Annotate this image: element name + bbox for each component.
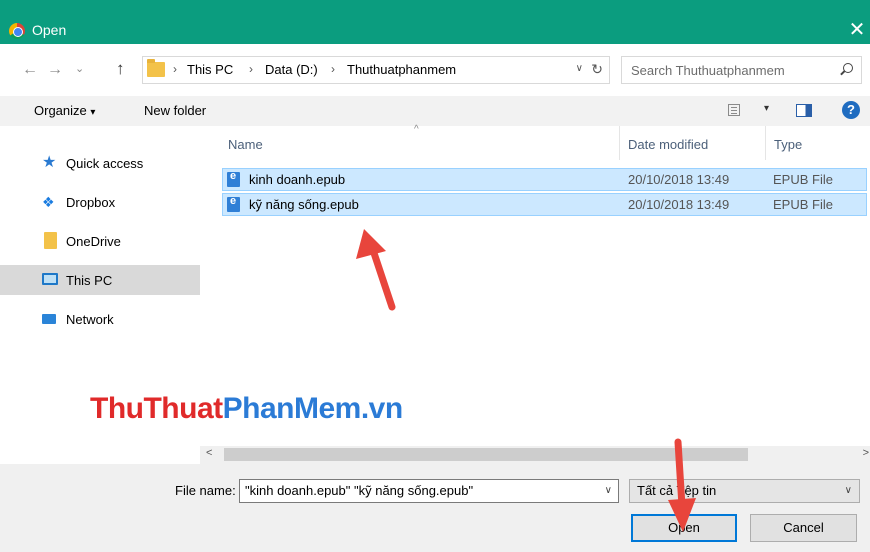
file-name-value: "kinh doanh.epub" "kỹ năng sống.epub" <box>245 483 474 498</box>
sidebar-item-label: This PC <box>66 273 113 288</box>
sort-ascending-icon: ^ <box>414 124 419 135</box>
chrome-icon <box>9 23 25 39</box>
file-row[interactable]: kinh doanh.epub 20/10/2018 13:49 EPUB Fi… <box>222 168 867 191</box>
refresh-icon[interactable]: ↻ <box>591 61 603 78</box>
view-options-icon[interactable] <box>728 104 740 116</box>
watermark-part: PhanMem <box>222 392 362 425</box>
scroll-left-icon[interactable]: < <box>206 447 212 459</box>
annotation-arrow <box>668 438 696 532</box>
sidebar-item-label: OneDrive <box>66 234 121 249</box>
navigation-bar: ← → ⌄ ↑ › This PC › Data (D:) › Thuthuat… <box>0 44 870 96</box>
dialog-footer: File name: "kinh doanh.epub" "kỹ năng số… <box>0 464 870 552</box>
breadcrumb-separator: › <box>331 62 335 76</box>
window-title: Open <box>32 22 67 38</box>
file-row[interactable]: kỹ năng sống.epub 20/10/2018 13:49 EPUB … <box>222 193 867 216</box>
sidebar-item-quick-access[interactable]: ★ Quick access <box>0 148 200 178</box>
organize-button[interactable]: Organize ▾ <box>34 103 95 118</box>
watermark-part: .vn <box>360 392 403 425</box>
epub-file-icon <box>227 195 240 212</box>
up-arrow-icon[interactable]: ↑ <box>116 59 125 79</box>
file-date: 20/10/2018 13:49 <box>628 197 730 212</box>
watermark: ThuThuatPhanMem.vn <box>90 392 403 426</box>
breadcrumb-separator: › <box>173 62 177 76</box>
forward-arrow-icon[interactable]: → <box>47 61 63 79</box>
recent-locations-icon[interactable]: ⌄ <box>75 62 84 75</box>
close-button[interactable]: ✕ <box>844 18 870 42</box>
sidebar-item-dropbox[interactable]: ❖ Dropbox <box>0 187 200 217</box>
command-toolbar: Organize ▾ New folder ▾ ? <box>0 96 870 126</box>
sidebar-item-this-pc[interactable]: This PC <box>0 265 200 295</box>
column-header-type[interactable]: Type <box>774 137 802 152</box>
sidebar-item-onedrive[interactable]: OneDrive <box>0 226 200 256</box>
scroll-right-icon[interactable]: > <box>863 447 869 459</box>
chevron-down-icon[interactable]: ∨ <box>576 63 583 74</box>
chevron-down-icon: ∨ <box>844 485 852 496</box>
star-icon: ★ <box>42 154 57 171</box>
folder-icon <box>147 59 165 77</box>
onedrive-icon <box>44 232 57 249</box>
breadcrumb-current-folder[interactable]: Thuthuatphanmem <box>347 62 456 77</box>
dropbox-icon: ❖ <box>42 194 55 210</box>
sidebar-item-network[interactable]: Network <box>0 304 200 334</box>
computer-icon <box>42 273 58 285</box>
breadcrumb-data-drive[interactable]: Data (D:) <box>265 62 318 77</box>
search-placeholder: Search Thuthuatphanmem <box>631 63 785 78</box>
network-icon <box>42 314 56 324</box>
watermark-part: ThuThuat <box>90 392 223 425</box>
file-type: EPUB File <box>773 197 833 212</box>
file-name: kinh doanh.epub <box>249 172 346 187</box>
caret-down-icon: ▾ <box>90 107 96 118</box>
file-date: 20/10/2018 13:49 <box>628 172 730 187</box>
cancel-button[interactable]: Cancel <box>750 514 857 542</box>
file-name-label: File name: <box>175 483 236 498</box>
sidebar-item-label: Quick access <box>66 156 144 171</box>
horizontal-scrollbar[interactable]: < > <box>200 446 870 464</box>
file-type: EPUB File <box>773 172 833 187</box>
organize-label: Organize <box>34 103 87 118</box>
breadcrumb-this-pc[interactable]: This PC <box>187 62 233 77</box>
chevron-down-icon[interactable]: ∨ <box>605 485 612 496</box>
title-bar: Open ✕ <box>0 0 870 44</box>
epub-file-icon <box>227 170 240 187</box>
address-bar[interactable]: › This PC › Data (D:) › Thuthuatphanmem … <box>142 56 610 84</box>
file-name: kỹ năng sống.epub <box>249 197 359 212</box>
sidebar-item-label: Dropbox <box>66 195 116 210</box>
breadcrumb-separator: › <box>249 62 253 76</box>
column-header-name[interactable]: Name <box>228 137 263 152</box>
column-divider[interactable] <box>765 126 766 160</box>
back-arrow-icon[interactable]: ← <box>22 61 38 79</box>
new-folder-button[interactable]: New folder <box>144 103 206 118</box>
search-box[interactable]: Search Thuthuatphanmem <box>621 56 862 84</box>
annotation-arrow <box>356 229 396 311</box>
help-icon[interactable]: ? <box>842 101 860 119</box>
sidebar-item-label: Network <box>66 312 114 327</box>
file-name-input[interactable]: "kinh doanh.epub" "kỹ năng sống.epub" ∨ <box>239 479 619 503</box>
column-header-date-modified[interactable]: Date modified <box>628 137 708 152</box>
column-divider[interactable] <box>619 126 620 160</box>
search-icon[interactable] <box>843 63 853 73</box>
preview-pane-icon[interactable] <box>796 104 812 117</box>
view-caret-icon[interactable]: ▾ <box>764 103 769 114</box>
